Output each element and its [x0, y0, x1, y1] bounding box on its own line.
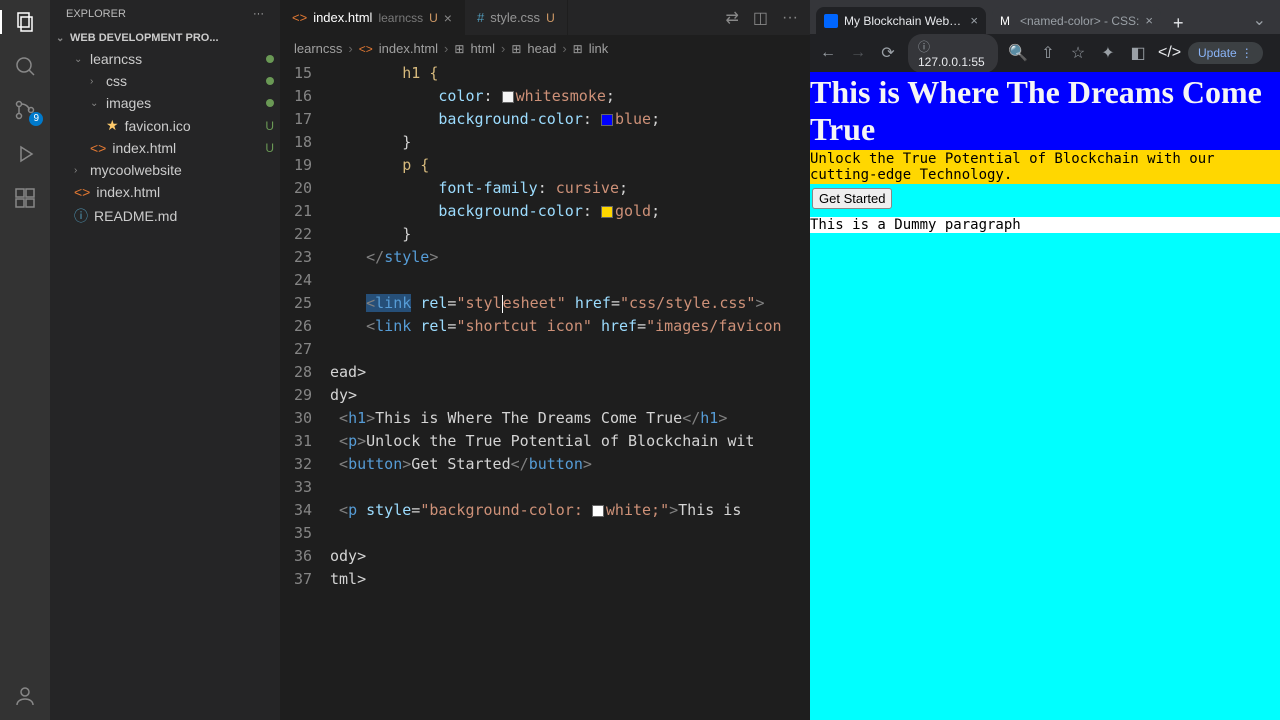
new-tab-button[interactable]: + [1167, 13, 1190, 34]
folder-mycoolwebsite[interactable]: ›mycoolwebsite [54, 159, 280, 181]
browser-window: My Blockchain Website × M <named-color> … [810, 0, 1280, 720]
scm-badge: 9 [29, 112, 43, 126]
page-h1: This is Where The Dreams Come True [810, 72, 1280, 150]
more-icon[interactable]: ··· [782, 9, 798, 27]
file-index-root[interactable]: <>index.html [54, 181, 280, 203]
back-icon[interactable]: ← [818, 44, 838, 62]
tab-style-css[interactable]: # style.css U [465, 0, 568, 35]
explorer-icon[interactable] [13, 10, 37, 34]
browser-tab-active[interactable]: My Blockchain Website × [816, 7, 986, 34]
extension-icon[interactable]: ✦ [1098, 43, 1118, 63]
code-editor[interactable]: 15 h1 { 16 color: whitesmoke; 17 backgro… [280, 62, 810, 720]
address-bar[interactable]: ⓘ 127.0.0.1:55 [908, 34, 998, 73]
explorer-sidebar: EXPLORER ··· ⌄WEB DEVELOPMENT PRO... ⌄le… [50, 0, 280, 720]
update-button[interactable]: Update ⋮ [1188, 42, 1263, 64]
activity-bar: 9 [0, 0, 50, 720]
folder-css[interactable]: ›css [54, 70, 280, 92]
zoom-icon[interactable]: 🔍 [1008, 43, 1028, 63]
share-icon[interactable]: ⇧ [1038, 43, 1058, 63]
explorer-title: EXPLORER [66, 8, 126, 20]
extensions-icon[interactable] [13, 186, 37, 210]
more-icon[interactable]: ··· [253, 8, 264, 20]
file-readme[interactable]: ⓘREADME.md [54, 203, 280, 229]
debug-icon[interactable] [13, 142, 37, 166]
split-icon[interactable]: ◫ [753, 8, 768, 28]
close-icon[interactable]: × [970, 13, 978, 28]
bookmark-icon[interactable]: ☆ [1068, 43, 1088, 63]
close-icon[interactable]: × [444, 10, 452, 26]
project-header[interactable]: ⌄WEB DEVELOPMENT PRO... [50, 28, 280, 48]
panel-icon[interactable]: ◧ [1128, 43, 1148, 63]
close-icon[interactable]: × [1145, 13, 1153, 28]
compare-icon[interactable]: ⇄ [725, 8, 738, 28]
rendered-page: This is Where The Dreams Come True Unloc… [810, 72, 1280, 720]
devtools-icon[interactable]: </> [1158, 44, 1178, 62]
editor-tabs: <> index.html learncss U × # style.css U… [280, 0, 810, 35]
reload-icon[interactable]: ⟳ [878, 43, 898, 63]
search-icon[interactable] [13, 54, 37, 78]
folder-learncss[interactable]: ⌄learncss [54, 48, 280, 70]
forward-icon[interactable]: → [848, 44, 868, 62]
account-icon[interactable] [13, 684, 37, 708]
editor-group: <> index.html learncss U × # style.css U… [280, 0, 810, 720]
page-tagline: Unlock the True Potential of Blockchain … [810, 150, 1280, 184]
file-favicon[interactable]: ★favicon.icoU [54, 114, 280, 137]
browser-toolbar: ← → ⟳ ⓘ 127.0.0.1:55 🔍 ⇧ ☆ ✦ ◧ </> Updat… [810, 34, 1280, 72]
scm-icon[interactable]: 9 [13, 98, 37, 122]
tab-index-html[interactable]: <> index.html learncss U × [280, 0, 465, 35]
file-index-learncss[interactable]: <>index.htmlU [54, 137, 280, 159]
breadcrumb[interactable]: learncss› <>index.html› ⊞html› ⊞head› ⊞l… [280, 35, 810, 62]
browser-tabstrip: My Blockchain Website × M <named-color> … [810, 0, 1280, 34]
browser-tab-inactive[interactable]: M <named-color> - CSS: × [992, 7, 1161, 34]
get-started-button[interactable]: Get Started [812, 188, 892, 209]
folder-images[interactable]: ⌄images [54, 92, 280, 114]
page-dummy-text: This is a Dummy paragraph [810, 217, 1280, 233]
chevron-down-icon[interactable]: ⌄ [1245, 6, 1274, 34]
